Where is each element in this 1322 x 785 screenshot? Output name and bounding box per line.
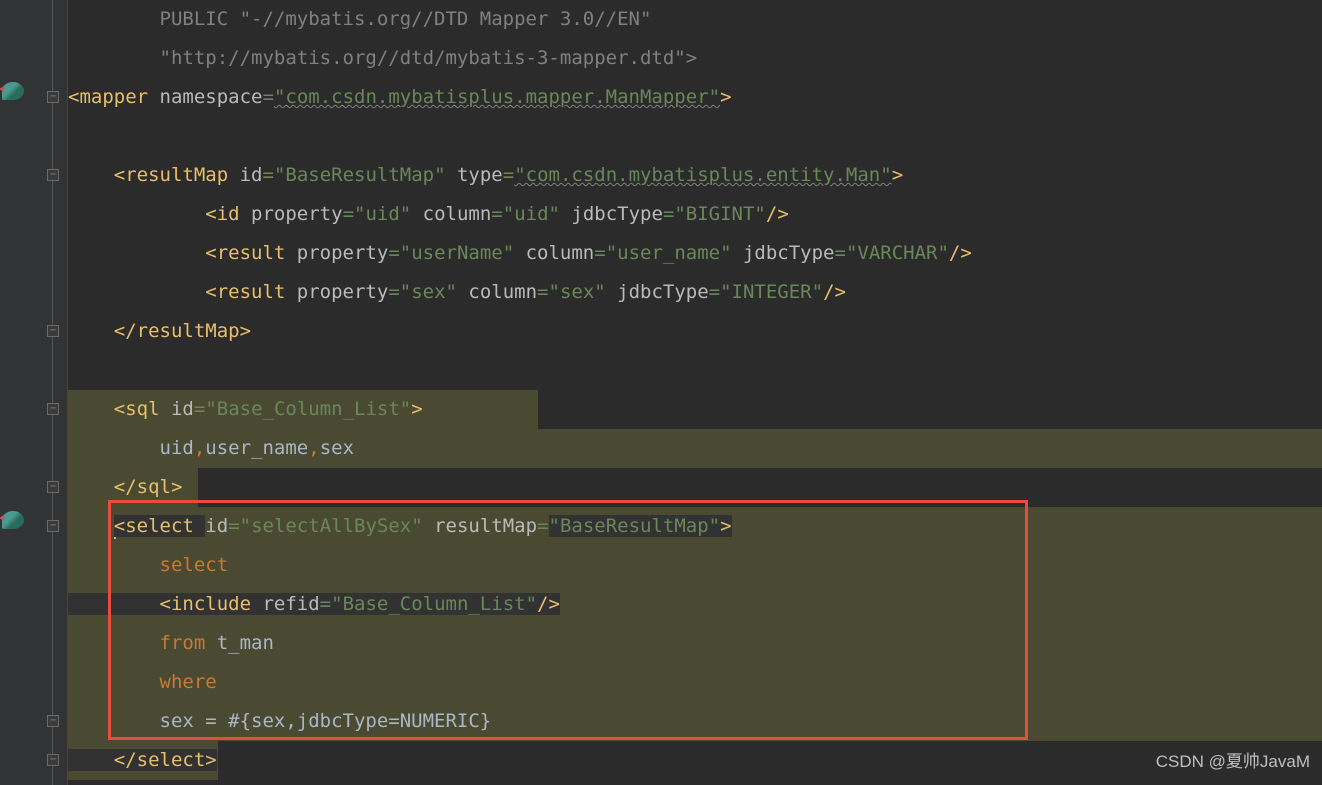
fold-toggle-icon[interactable]: −: [47, 169, 59, 181]
code-line[interactable]: <include refid="Base_Column_List"/>: [68, 585, 1322, 624]
code-line[interactable]: PUBLIC "-//mybatis.org//DTD Mapper 3.0//…: [68, 0, 1322, 39]
code-line[interactable]: </select>: [68, 741, 1322, 780]
fold-close-icon[interactable]: −: [47, 715, 59, 727]
code-line[interactable]: <mapper namespace="com.csdn.mybatisplus.…: [68, 78, 1322, 117]
fold-toggle-icon[interactable]: −: [47, 403, 59, 415]
fold-close-icon[interactable]: −: [47, 754, 59, 766]
fold-toggle-icon[interactable]: −: [47, 520, 59, 532]
code-text: "http://mybatis.org//dtd/mybatis-3-mappe…: [68, 47, 697, 69]
code-text: PUBLIC "-//mybatis.org//DTD Mapper 3.0//…: [68, 8, 651, 30]
code-line[interactable]: <result property="userName" column="user…: [68, 234, 1322, 273]
code-line[interactable]: <id property="uid" column="uid" jdbcType…: [68, 195, 1322, 234]
code-line[interactable]: select: [68, 546, 1322, 585]
code-text-area[interactable]: PUBLIC "-//mybatis.org//DTD Mapper 3.0//…: [68, 0, 1322, 785]
code-line[interactable]: <sql id="Base_Column_List">: [68, 390, 1322, 429]
mybatis-bird-icon[interactable]: [2, 82, 24, 104]
code-line[interactable]: [68, 117, 1322, 156]
code-line[interactable]: [68, 351, 1322, 390]
code-line[interactable]: <result property="sex" column="sex" jdbc…: [68, 273, 1322, 312]
code-line[interactable]: uid,user_name,sex: [68, 429, 1322, 468]
watermark-text: CSDN @夏帅JavaM: [1156, 742, 1310, 781]
gutter[interactable]: − − − − − − − −: [0, 0, 68, 785]
code-line[interactable]: <select id="selectAllBySex" resultMap="B…: [68, 507, 1322, 546]
fold-close-icon[interactable]: −: [47, 325, 59, 337]
fold-column[interactable]: − − − − − − − −: [44, 0, 66, 785]
code-line[interactable]: where: [68, 663, 1322, 702]
code-line[interactable]: </resultMap>: [68, 312, 1322, 351]
fold-close-icon[interactable]: −: [47, 481, 59, 493]
code-line[interactable]: sex = #{sex,jdbcType=NUMERIC}: [68, 702, 1322, 741]
code-line[interactable]: from t_man: [68, 624, 1322, 663]
mybatis-bird-icon[interactable]: [2, 511, 24, 533]
code-line[interactable]: </sql>: [68, 468, 1322, 507]
code-editor[interactable]: − − − − − − − − PUBLIC "-//mybatis.org//…: [0, 0, 1322, 785]
code-line[interactable]: "http://mybatis.org//dtd/mybatis-3-mappe…: [68, 39, 1322, 78]
fold-toggle-icon[interactable]: −: [47, 91, 59, 103]
code-line[interactable]: <resultMap id="BaseResultMap" type="com.…: [68, 156, 1322, 195]
